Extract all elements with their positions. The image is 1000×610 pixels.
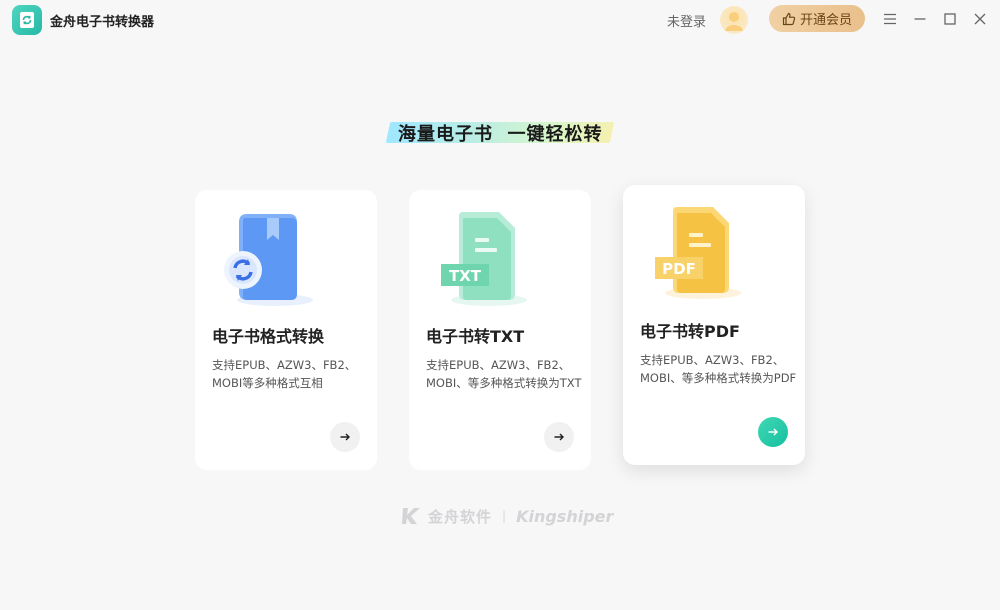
card-ebook-to-txt[interactable]: TXT 电子书转TXT 支持EPUB、AZW3、FB2、MOBI、等多种格式转换… bbox=[409, 190, 591, 470]
yellow-pdf-file-icon: PDF bbox=[641, 203, 751, 303]
card-description: 支持EPUB、AZW3、FB2、MOBI等多种格式互相 bbox=[212, 358, 357, 390]
card-title: 电子书转TXT bbox=[426, 327, 525, 346]
arrow-right-icon bbox=[554, 433, 564, 441]
maximize-icon bbox=[944, 13, 956, 25]
menu-icon bbox=[884, 13, 896, 25]
close-icon bbox=[974, 13, 986, 25]
card-description: 支持EPUB、AZW3、FB2、MOBI、等多种格式转换为PDF bbox=[640, 353, 797, 385]
blue-book-convert-icon bbox=[213, 208, 323, 308]
minimize-icon bbox=[914, 18, 926, 20]
close-button[interactable] bbox=[969, 8, 991, 30]
card-go-button[interactable] bbox=[544, 422, 574, 452]
card-go-button[interactable] bbox=[758, 417, 788, 447]
menu-button[interactable] bbox=[879, 8, 901, 30]
login-link[interactable]: 未登录 bbox=[667, 11, 706, 30]
card-description: 支持EPUB、AZW3、FB2、MOBI、等多种格式转换为TXT bbox=[426, 358, 582, 390]
arrow-right-icon bbox=[768, 428, 778, 436]
icon-txt-text: TXT bbox=[449, 267, 482, 285]
footer-brand: 金舟软件 | Kingshiper bbox=[402, 505, 613, 527]
card-go-button[interactable] bbox=[330, 422, 360, 452]
green-txt-file-icon: TXT bbox=[427, 208, 537, 308]
vip-button[interactable]: 开通会员 bbox=[769, 5, 865, 32]
title-bar: 金舟电子书转换器 未登录 开通会员 bbox=[0, 0, 1000, 40]
user-avatar-icon bbox=[725, 12, 743, 31]
footer-separator: | bbox=[502, 509, 507, 523]
k-logo-icon bbox=[402, 508, 420, 524]
footer-brand-en: Kingshiper bbox=[516, 506, 614, 526]
headline-text: 海量电子书 一键轻松转 bbox=[398, 124, 603, 145]
card-ebook-to-pdf[interactable]: PDF 电子书转PDF 支持EPUB、AZW3、FB2、MOBI、等多种格式转换… bbox=[623, 185, 805, 465]
icon-pdf-text: PDF bbox=[662, 260, 696, 278]
thumbs-up-icon bbox=[782, 12, 796, 25]
card-title: 电子书转PDF bbox=[640, 322, 740, 341]
app-title: 金舟电子书转换器 bbox=[50, 15, 155, 30]
arrow-right-icon bbox=[340, 433, 350, 441]
card-ebook-format-convert[interactable]: 电子书格式转换 支持EPUB、AZW3、FB2、MOBI等多种格式互相 bbox=[195, 190, 377, 470]
card-title: 电子书格式转换 bbox=[212, 327, 325, 346]
minimize-button[interactable] bbox=[909, 8, 931, 30]
maximize-button[interactable] bbox=[939, 8, 961, 30]
footer-brand-cn: 金舟软件 bbox=[428, 507, 493, 526]
book-sync-icon bbox=[12, 5, 42, 35]
vip-button-label: 开通会员 bbox=[799, 13, 852, 28]
headline-banner: 海量电子书 一键轻松转 bbox=[385, 119, 615, 145]
avatar[interactable] bbox=[720, 6, 748, 34]
